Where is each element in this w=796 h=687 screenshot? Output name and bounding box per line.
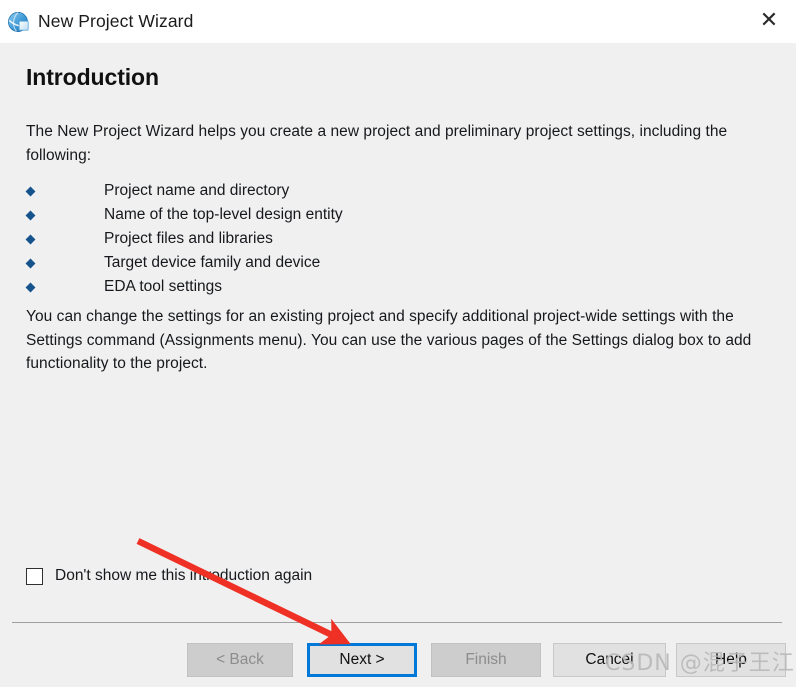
help-button[interactable]: Help — [676, 643, 786, 677]
list-item-label: Target device family and device — [104, 254, 321, 271]
list-item-label: Project name and directory — [104, 182, 290, 199]
cancel-button[interactable]: Cancel — [553, 643, 666, 677]
intro-paragraph-2: You can change the settings for an exist… — [26, 308, 752, 372]
dialog-button-row: < Back Next > Finish Cancel Help — [187, 643, 787, 679]
diamond-bullet-icon — [25, 258, 36, 269]
window-title: New Project Wizard — [38, 11, 194, 31]
list-item: Target device family and device — [25, 251, 526, 275]
list-item: Name of the top-level design entity — [25, 203, 526, 227]
list-item-label: Project files and libraries — [104, 230, 273, 247]
close-icon[interactable]: ✕ — [742, 0, 796, 42]
list-item-label: EDA tool settings — [104, 278, 223, 295]
diamond-bullet-icon — [25, 234, 36, 245]
quartus-globe-icon — [6, 9, 32, 35]
back-button[interactable]: < Back — [187, 643, 293, 677]
window-titlebar: New Project Wizard ✕ — [0, 0, 796, 43]
dont-show-again-label: Don't show me this introduction again — [55, 567, 313, 584]
next-button[interactable]: Next > — [307, 643, 417, 677]
list-item-label: Name of the top-level design entity — [104, 206, 343, 223]
close-glyph: ✕ — [759, 8, 779, 33]
feature-bullet-list: Project name and directory Name of the t… — [25, 179, 526, 299]
intro-paragraph-1: The New Project Wizard helps you create … — [26, 123, 728, 164]
finish-button[interactable]: Finish — [431, 643, 541, 677]
diamond-bullet-icon — [25, 282, 36, 293]
dont-show-again-checkbox-row[interactable]: Don't show me this introduction again — [26, 567, 312, 585]
list-item: EDA tool settings — [25, 275, 526, 299]
footer-divider — [12, 622, 782, 623]
list-item: Project name and directory — [25, 179, 526, 203]
dont-show-again-checkbox[interactable] — [26, 567, 43, 585]
page-title: Introduction — [26, 64, 159, 90]
diamond-bullet-icon — [25, 186, 36, 197]
diamond-bullet-icon — [25, 210, 36, 221]
list-item: Project files and libraries — [25, 227, 526, 251]
dialog-content: Introduction The New Project Wizard help… — [0, 43, 796, 687]
